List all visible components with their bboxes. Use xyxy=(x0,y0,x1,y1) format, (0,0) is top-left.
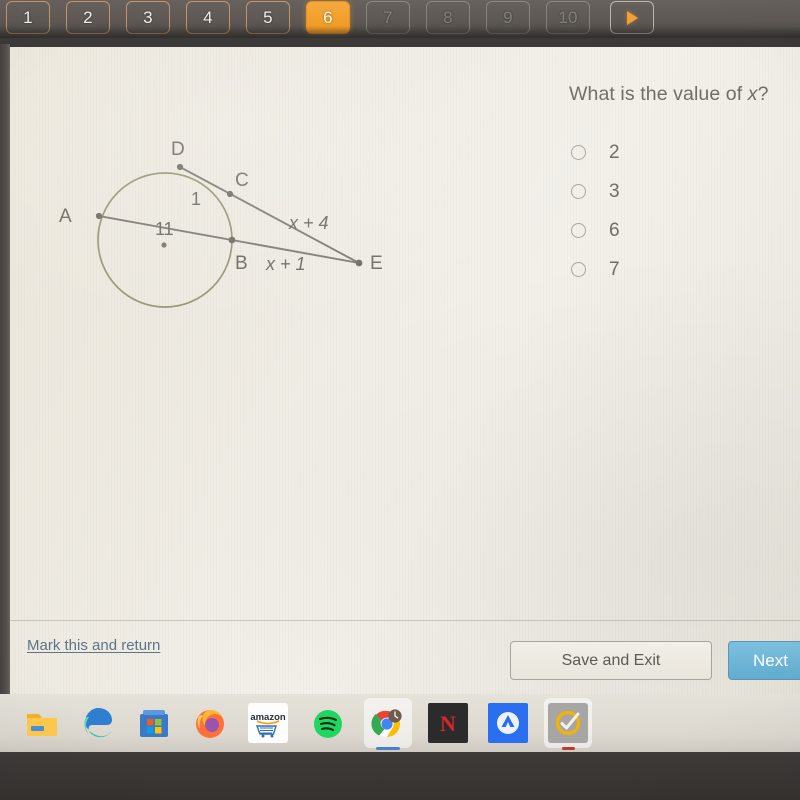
question-tab-label: 1 xyxy=(23,7,33,27)
question-tab-label: 3 xyxy=(143,7,153,27)
quiz-content-area: A D C B E 11 1 x + 4 x + 1 What is the v… xyxy=(9,47,800,694)
answer-choice-1[interactable]: 2 xyxy=(571,133,620,172)
point-e-dot xyxy=(355,259,363,267)
question-text-after: ? xyxy=(757,83,769,105)
question-tab-label: 9 xyxy=(503,7,513,27)
amazon-icon: amazon xyxy=(250,712,286,738)
norton-icon xyxy=(555,710,581,736)
netflix-icon: N xyxy=(440,711,456,736)
question-tab-9: 9 xyxy=(486,1,530,34)
save-and-exit-button[interactable]: Save and Exit xyxy=(510,641,712,680)
label-point-b: B xyxy=(235,253,248,274)
taskbar-item-amazon[interactable]: amazon xyxy=(248,703,288,743)
point-a-dot xyxy=(95,212,103,220)
question-tab-8: 8 xyxy=(426,1,470,34)
point-c-dot xyxy=(226,190,234,198)
point-b-dot xyxy=(228,236,236,244)
firefox-icon xyxy=(196,710,224,738)
taskbar-item-netflix[interactable]: N xyxy=(428,703,468,743)
question-navigation-bar: 1 2 3 4 5 6 7 8 9 10 xyxy=(0,0,800,38)
question-tab-3[interactable]: 3 xyxy=(126,1,170,34)
question-tab-2[interactable]: 2 xyxy=(66,1,110,34)
screen-photo: 1 2 3 4 5 6 7 8 9 10 A D C B E 11 1 x + … xyxy=(0,0,800,800)
svg-text:amazon: amazon xyxy=(250,712,286,723)
taskbar-item-microsoft-edge[interactable] xyxy=(78,703,118,743)
footer-divider xyxy=(9,620,800,621)
svg-text:N: N xyxy=(440,711,456,736)
question-text-before: What is the value of xyxy=(569,83,748,105)
label-point-c: C xyxy=(235,170,249,191)
question-tab-label: 7 xyxy=(383,7,393,27)
question-tab-label: 6 xyxy=(323,7,333,27)
answer-choice-4[interactable]: 7 xyxy=(571,250,620,289)
next-question-button[interactable] xyxy=(610,1,654,34)
answer-choices-list: 2 3 6 7 xyxy=(571,133,620,289)
circle-secant-diagram: A D C B E 11 1 x + 4 x + 1 xyxy=(59,139,383,308)
taskbar-item-nordvpn[interactable] xyxy=(488,703,528,743)
taskbar-item-file-explorer[interactable] xyxy=(22,703,62,743)
taskbar-running-indicator xyxy=(562,747,575,750)
answer-choice-label: 6 xyxy=(609,219,620,241)
taskbar-item-norton[interactable] xyxy=(544,698,592,750)
answer-choice-3[interactable]: 6 xyxy=(571,211,620,250)
question-tab-1[interactable]: 1 xyxy=(6,1,50,34)
windows-taskbar: amazon N xyxy=(0,694,800,752)
mark-this-and-return-link[interactable]: Mark this and return xyxy=(27,637,160,654)
question-prompt: What is the value of x? xyxy=(569,83,800,106)
google-chrome-icon xyxy=(371,709,402,737)
answer-choice-label: 7 xyxy=(609,258,620,280)
question-variable: x xyxy=(747,83,758,105)
answer-choice-label: 2 xyxy=(609,141,620,163)
label-chord-ab: 11 xyxy=(155,219,174,239)
monitor-bezel-bottom xyxy=(0,752,800,800)
nordvpn-icon xyxy=(497,712,519,734)
taskbar-item-microsoft-store[interactable] xyxy=(134,703,174,743)
answer-choice-2[interactable]: 3 xyxy=(571,172,620,211)
question-tab-label: 4 xyxy=(203,7,213,27)
secant-line-dce xyxy=(179,166,360,264)
radio-button-icon[interactable] xyxy=(571,223,586,238)
taskbar-item-spotify[interactable] xyxy=(308,703,348,743)
label-chord-dc: 1 xyxy=(191,189,201,209)
monitor-bezel-left xyxy=(0,44,10,694)
file-explorer-icon xyxy=(27,714,57,736)
play-triangle-icon xyxy=(626,10,638,25)
taskbar-item-firefox[interactable] xyxy=(190,703,230,743)
question-tab-10: 10 xyxy=(546,1,590,34)
next-button[interactable]: Next xyxy=(728,641,800,680)
label-point-a: A xyxy=(59,206,72,227)
label-segment-be: x + 1 xyxy=(265,254,306,274)
spotify-icon xyxy=(314,710,342,738)
question-tab-4[interactable]: 4 xyxy=(186,1,230,34)
question-tab-label: 2 xyxy=(83,7,93,27)
question-tab-label: 8 xyxy=(443,7,453,27)
taskbar-item-google-chrome[interactable] xyxy=(364,698,412,750)
label-point-e: E xyxy=(370,253,383,274)
point-d-dot xyxy=(176,163,184,171)
question-tab-label: 10 xyxy=(558,7,578,27)
label-segment-de: x + 4 xyxy=(288,213,329,233)
microsoft-store-icon xyxy=(140,710,168,737)
answer-choice-label: 3 xyxy=(609,180,620,202)
microsoft-edge-icon xyxy=(84,708,112,738)
question-tab-5[interactable]: 5 xyxy=(246,1,290,34)
question-tab-label: 5 xyxy=(263,7,273,27)
taskbar-running-indicator xyxy=(376,747,400,750)
circle-shape xyxy=(97,172,233,308)
question-tab-7: 7 xyxy=(366,1,410,34)
label-point-d: D xyxy=(171,139,185,160)
question-tab-6[interactable]: 6 xyxy=(306,1,350,34)
radio-button-icon[interactable] xyxy=(571,145,586,160)
radio-button-icon[interactable] xyxy=(571,262,586,277)
radio-button-icon[interactable] xyxy=(571,184,586,199)
circle-center-dot xyxy=(161,242,167,248)
